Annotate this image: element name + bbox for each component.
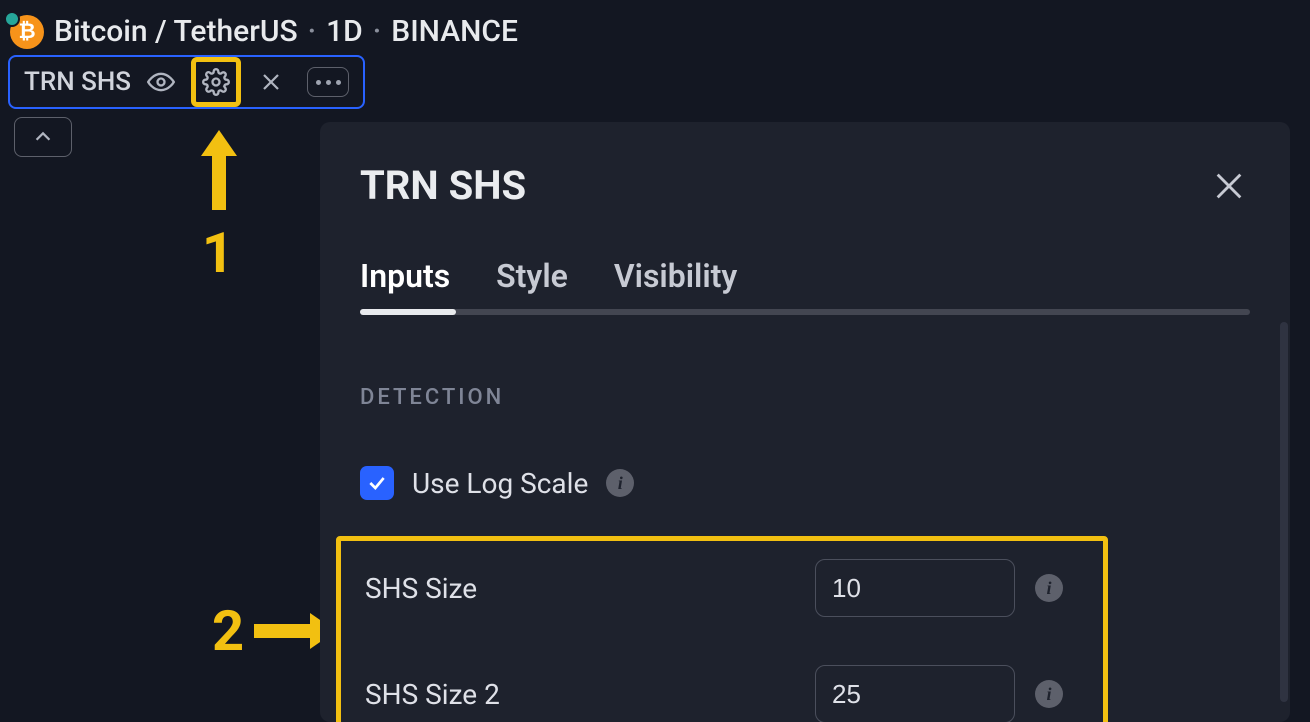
collapse-button[interactable] [14, 117, 72, 157]
info-icon[interactable]: i [1035, 574, 1063, 602]
separator-dot: · [308, 14, 317, 49]
shs-size-highlight-box: SHS Size i SHS Size 2 i [336, 536, 1108, 722]
shs-size2-row: SHS Size 2 i [365, 665, 1085, 722]
exchange-name: BINANCE [391, 14, 518, 49]
provider-badge-icon [4, 11, 20, 27]
shs-size-input[interactable] [815, 559, 1015, 617]
shs-size2-input[interactable] [815, 665, 1015, 722]
shs-size-label: SHS Size [365, 572, 795, 605]
bitcoin-icon [10, 15, 44, 49]
annotation-number: 1 [201, 220, 237, 286]
tab-inputs[interactable]: Inputs [360, 257, 450, 309]
use-log-scale-label: Use Log Scale [412, 467, 588, 500]
annotation-step-2: 2 [212, 598, 336, 664]
timeframe[interactable]: 1D [326, 14, 363, 49]
gear-icon[interactable] [202, 68, 230, 96]
more-icon[interactable] [307, 67, 349, 97]
indicator-chip[interactable]: TRN SHS [8, 55, 365, 109]
dialog-title: TRN SHS [360, 162, 526, 209]
shs-size-row: SHS Size i [365, 559, 1085, 617]
info-icon[interactable]: i [1035, 680, 1063, 708]
dialog-tabs: Inputs Style Visibility [360, 257, 1250, 309]
eye-icon[interactable] [147, 68, 175, 96]
section-label-detection: DETECTION [360, 385, 1250, 410]
tab-underline [360, 309, 1250, 315]
info-icon[interactable]: i [606, 469, 634, 497]
tab-style[interactable]: Style [496, 257, 568, 309]
indicator-label: TRN SHS [24, 67, 131, 97]
tab-visibility[interactable]: Visibility [614, 257, 737, 309]
separator-dot: · [373, 14, 382, 49]
symbol-pair[interactable]: Bitcoin / TetherUS [54, 14, 298, 49]
dialog-scrollbar[interactable] [1280, 322, 1288, 702]
indicator-row: TRN SHS [0, 53, 1310, 111]
dialog-close-button[interactable] [1208, 165, 1250, 207]
shs-size2-label: SHS Size 2 [365, 678, 795, 711]
use-log-scale-row: Use Log Scale i [360, 466, 1250, 500]
use-log-scale-checkbox[interactable] [360, 466, 394, 500]
annotation-step-1: 1 [201, 130, 237, 286]
annotation-number: 2 [212, 598, 244, 664]
close-icon[interactable] [257, 68, 285, 96]
arrow-up-icon [201, 130, 237, 156]
settings-highlight-box [191, 57, 241, 107]
chart-header: Bitcoin / TetherUS · 1D · BINANCE [0, 0, 1310, 53]
